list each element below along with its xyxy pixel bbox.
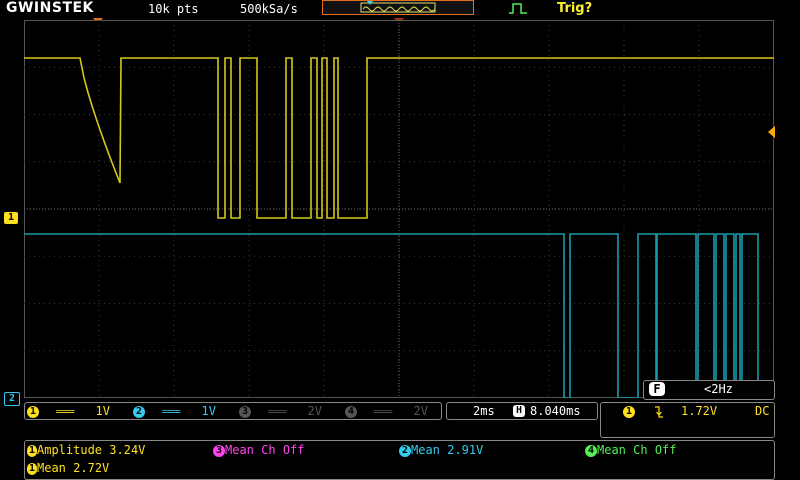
measurement-label: Mean <box>597 443 626 457</box>
measurement-ch3-mean: 3 Mean Ch Off <box>213 443 305 457</box>
falling-edge-icon <box>655 406 663 418</box>
top-status-bar: GWINSTEK 10k pts 500kSa/s Trig? <box>0 0 800 18</box>
waveform-display[interactable] <box>24 20 774 399</box>
trigger-level: 1.72V <box>681 404 718 418</box>
sample-rate: 500kSa/s <box>240 2 298 16</box>
measurement-panel: 1 Amplitude 3.24V 3 Mean Ch Off 2 Mean 2.91… <box>24 440 775 480</box>
ch4-scale[interactable]: 4 ═══ 2V <box>345 404 439 418</box>
ch2-badge: 2 <box>399 444 411 457</box>
ch4-badge: 4 <box>585 444 597 457</box>
record-length: 10k pts <box>148 2 199 16</box>
ch1-badge: 1 <box>27 405 39 418</box>
measurement-ch2-mean: 2 Mean 2.91V <box>399 443 483 457</box>
measurement-ch1-amplitude: 1 Amplitude 3.24V <box>27 443 145 457</box>
frequency-badge: F <box>649 382 665 396</box>
measurement-value: Ch Off <box>261 443 305 457</box>
measurement-label: Mean <box>37 461 66 475</box>
ch4-scale-value: 2V <box>413 404 428 418</box>
measurement-label: Amplitude <box>37 443 103 457</box>
dc-coupling-icon: ═══ <box>268 407 287 418</box>
trigger-status: Trig? <box>557 1 593 16</box>
measurement-label: Mean <box>225 443 254 457</box>
trigger-info-box[interactable]: 1 1.72V DC <box>600 402 775 438</box>
dc-coupling-icon: ═══ <box>162 407 181 418</box>
ch3-badge: 3 <box>239 405 251 418</box>
horizontal-position-value: 8.040ms <box>530 404 581 418</box>
dc-coupling-icon: ═══ <box>374 407 393 418</box>
trigger-edge-icon <box>509 3 527 14</box>
ch2-scale-value: 1V <box>201 404 216 418</box>
ch1-badge: 1 <box>27 462 37 475</box>
ch1-ground-marker[interactable]: 1 <box>4 212 18 224</box>
trigger-source-badge: 1 <box>623 406 635 418</box>
ch1-scale-value: 1V <box>95 404 110 418</box>
memory-overview-bar <box>322 0 474 15</box>
ch4-badge: 4 <box>345 405 357 418</box>
measurement-ch1-mean: 1 Mean 2.72V <box>27 461 109 475</box>
ch2-scale[interactable]: 2 ═══ 1V <box>133 404 233 418</box>
ch2-badge: 2 <box>133 405 145 418</box>
ch3-badge: 3 <box>213 444 225 457</box>
measurement-ch4-mean: 4 Mean Ch Off <box>585 443 677 457</box>
timebase-scale: 2ms <box>473 404 495 418</box>
graticule <box>24 20 774 399</box>
brand-logo: GWINSTEK <box>6 0 94 16</box>
measurement-value: 3.24V <box>109 443 146 457</box>
ch3-scale[interactable]: 3 ═══ 2V <box>239 404 339 418</box>
ch3-scale-value: 2V <box>307 404 322 418</box>
frequency-value: <2Hz <box>704 382 733 396</box>
trigger-level-marker-icon[interactable] <box>768 126 775 138</box>
horizontal-position-icon: H <box>513 405 525 417</box>
frequency-counter: F <2Hz <box>643 380 775 400</box>
channel-scale-bar: 1 ═══ 1V 2 ═══ 1V 3 ═══ 2V 4 ═══ 2V <box>24 402 442 420</box>
measurement-label: Mean <box>411 443 440 457</box>
ch2-ground-marker[interactable]: 2 <box>4 392 20 406</box>
trigger-coupling: DC <box>755 404 770 418</box>
ch1-scale[interactable]: 1 ═══ 1V <box>27 404 127 418</box>
measurement-value: 2.91V <box>447 443 484 457</box>
dc-coupling-icon: ═══ <box>56 407 75 418</box>
memory-overview-waveform <box>360 1 436 13</box>
measurement-value: Ch Off <box>633 443 677 457</box>
timebase-box[interactable]: 2ms H 8.040ms <box>446 402 598 420</box>
ch1-badge: 1 <box>27 444 37 457</box>
ch2-waveform <box>24 233 759 399</box>
measurement-value: 2.72V <box>73 461 110 475</box>
